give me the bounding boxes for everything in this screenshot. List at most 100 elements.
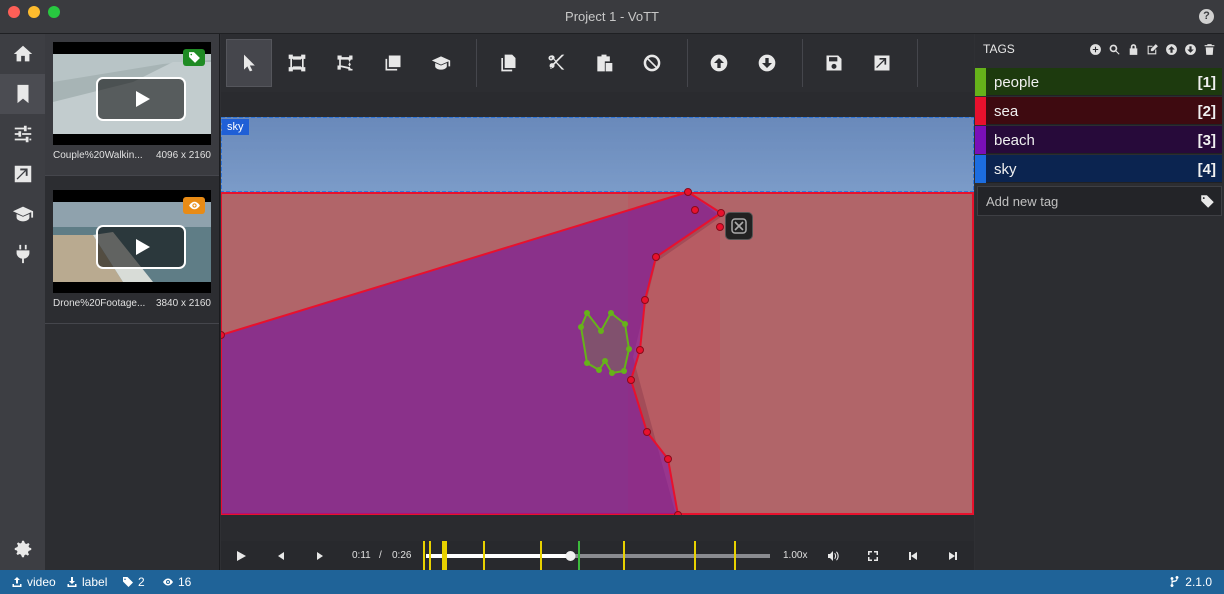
- graduation-cap-icon: [12, 206, 33, 222]
- sliders-icon: [14, 125, 31, 143]
- step-forward-icon: [317, 552, 323, 560]
- cut-regions-icon: [548, 54, 565, 70]
- timeline-progress: [426, 554, 571, 558]
- copy-rectangle-button[interactable]: [370, 39, 416, 87]
- previous-asset-button[interactable]: [696, 39, 742, 87]
- paste-regions-button[interactable]: [581, 39, 627, 87]
- draw-polygon-button[interactable]: [322, 39, 368, 87]
- nav-settings[interactable]: [0, 114, 45, 154]
- polygon-icon: [337, 55, 353, 71]
- playback-speed[interactable]: 1.00x: [783, 550, 807, 561]
- delete-region-button[interactable]: [725, 212, 753, 240]
- previous-tagged-frame-button[interactable]: [904, 547, 922, 565]
- play-button[interactable]: [232, 547, 250, 565]
- next-asset-button[interactable]: [744, 39, 790, 87]
- target-connection-label: label: [82, 575, 108, 589]
- app-window: Project 1 - VoTT ? Couple%20Walkin... 40…: [0, 0, 1224, 594]
- current-time: 0:11: [352, 550, 371, 561]
- next-tagged-frame-button[interactable]: [944, 547, 962, 565]
- skip-forward-icon: [949, 552, 957, 560]
- tag-icon[interactable]: [1200, 194, 1215, 209]
- clear-regions-button[interactable]: [629, 39, 675, 87]
- lock-icon[interactable]: [1127, 43, 1140, 56]
- upload-icon: [12, 577, 22, 587]
- fullscreen-button[interactable]: [864, 547, 882, 565]
- fullscreen-icon: [868, 551, 878, 561]
- volume-icon: [828, 551, 839, 561]
- tags-panel: TAGS people [1] sea [2] beach [3] sky [4…: [975, 34, 1224, 570]
- volume-button[interactable]: [824, 547, 842, 565]
- status-bar: video label 2 16 2.1.0: [0, 570, 1224, 594]
- nav-editor[interactable]: [0, 74, 45, 114]
- asset-state-badge: [183, 197, 205, 214]
- asset-name: Couple%20Walkin...: [53, 150, 143, 161]
- timeline-handle[interactable]: [565, 551, 576, 561]
- cut-regions-button[interactable]: [533, 39, 579, 87]
- region-tag-label: sky: [222, 119, 249, 135]
- clear-regions-icon: [643, 54, 661, 72]
- tag-hotkey: [3]: [1197, 132, 1216, 149]
- trash-icon[interactable]: [1203, 43, 1216, 56]
- toolbar-separator: [687, 39, 688, 87]
- add-icon[interactable]: [1089, 43, 1102, 56]
- tagged-count: 2: [138, 575, 145, 589]
- image-canvas[interactable]: [221, 117, 974, 515]
- git-branch-icon: [1170, 576, 1179, 587]
- tag-hotkey: [4]: [1197, 161, 1216, 178]
- asset-item[interactable]: Couple%20Walkin... 4096 x 2160: [45, 34, 219, 176]
- asset-item[interactable]: Drone%20Footage... 3840 x 2160: [45, 182, 219, 324]
- tag-name: sky: [994, 161, 1017, 178]
- copy-regions-button[interactable]: [485, 39, 531, 87]
- play-icon: [237, 551, 246, 561]
- pointer-icon: [244, 54, 255, 72]
- region-sky[interactable]: [221, 117, 974, 193]
- tag-item-beach[interactable]: beach [3]: [975, 126, 1222, 154]
- nav-app-settings[interactable]: [0, 529, 45, 569]
- tag-item-people[interactable]: people [1]: [975, 68, 1222, 96]
- time-separator: /: [379, 550, 382, 561]
- nav-connections[interactable]: [0, 234, 45, 274]
- tag-item-sea[interactable]: sea [2]: [975, 97, 1222, 125]
- paste-regions-icon: [597, 54, 613, 72]
- active-learning-button[interactable]: [418, 39, 464, 87]
- eye-icon: [163, 578, 173, 586]
- tag-color-swatch: [975, 126, 986, 154]
- asset-preview: [53, 42, 211, 145]
- save-icon: [826, 55, 842, 71]
- timeline-slider[interactable]: [421, 541, 773, 570]
- previous-asset-icon: [710, 54, 728, 72]
- draw-rectangle-button[interactable]: [274, 39, 320, 87]
- nav-home[interactable]: [0, 34, 45, 74]
- next-frame-button[interactable]: [311, 547, 329, 565]
- arrow-down-circle-icon[interactable]: [1184, 43, 1197, 56]
- editor-toolbar: [221, 34, 974, 92]
- toolbar-separator: [476, 39, 477, 87]
- video-player-controls: 0:11 / 0:26 1.00x: [221, 541, 974, 570]
- nav-active-learning[interactable]: [0, 194, 45, 234]
- arrow-up-circle-icon[interactable]: [1165, 43, 1178, 56]
- tag-name: beach: [994, 132, 1035, 149]
- export-icon: [874, 55, 890, 71]
- toolbar-separator: [917, 39, 918, 87]
- skip-back-icon: [909, 552, 917, 560]
- duration: 0:26: [392, 550, 412, 561]
- plug-icon: [16, 244, 29, 264]
- window-title: Project 1 - VoTT: [565, 9, 659, 24]
- tag-name: people: [994, 74, 1040, 91]
- previous-frame-button[interactable]: [272, 547, 290, 565]
- status-source-connection: video: [11, 575, 56, 589]
- nav-export[interactable]: [0, 154, 45, 194]
- export-project-button[interactable]: [859, 39, 905, 87]
- status-visited-count: 16: [162, 575, 191, 589]
- copy-rectangle-icon: [385, 55, 401, 71]
- tag-item-sky[interactable]: sky [4]: [975, 155, 1222, 183]
- help-icon[interactable]: ?: [1199, 9, 1214, 24]
- select-tool-button[interactable]: [226, 39, 272, 87]
- edit-icon[interactable]: [1146, 43, 1159, 56]
- add-tag-input[interactable]: [978, 187, 1188, 215]
- search-icon[interactable]: [1108, 43, 1121, 56]
- asset-name: Drone%20Footage...: [53, 298, 146, 309]
- tag-icon: [188, 52, 200, 63]
- save-project-button[interactable]: [811, 39, 857, 87]
- next-asset-icon: [758, 54, 776, 72]
